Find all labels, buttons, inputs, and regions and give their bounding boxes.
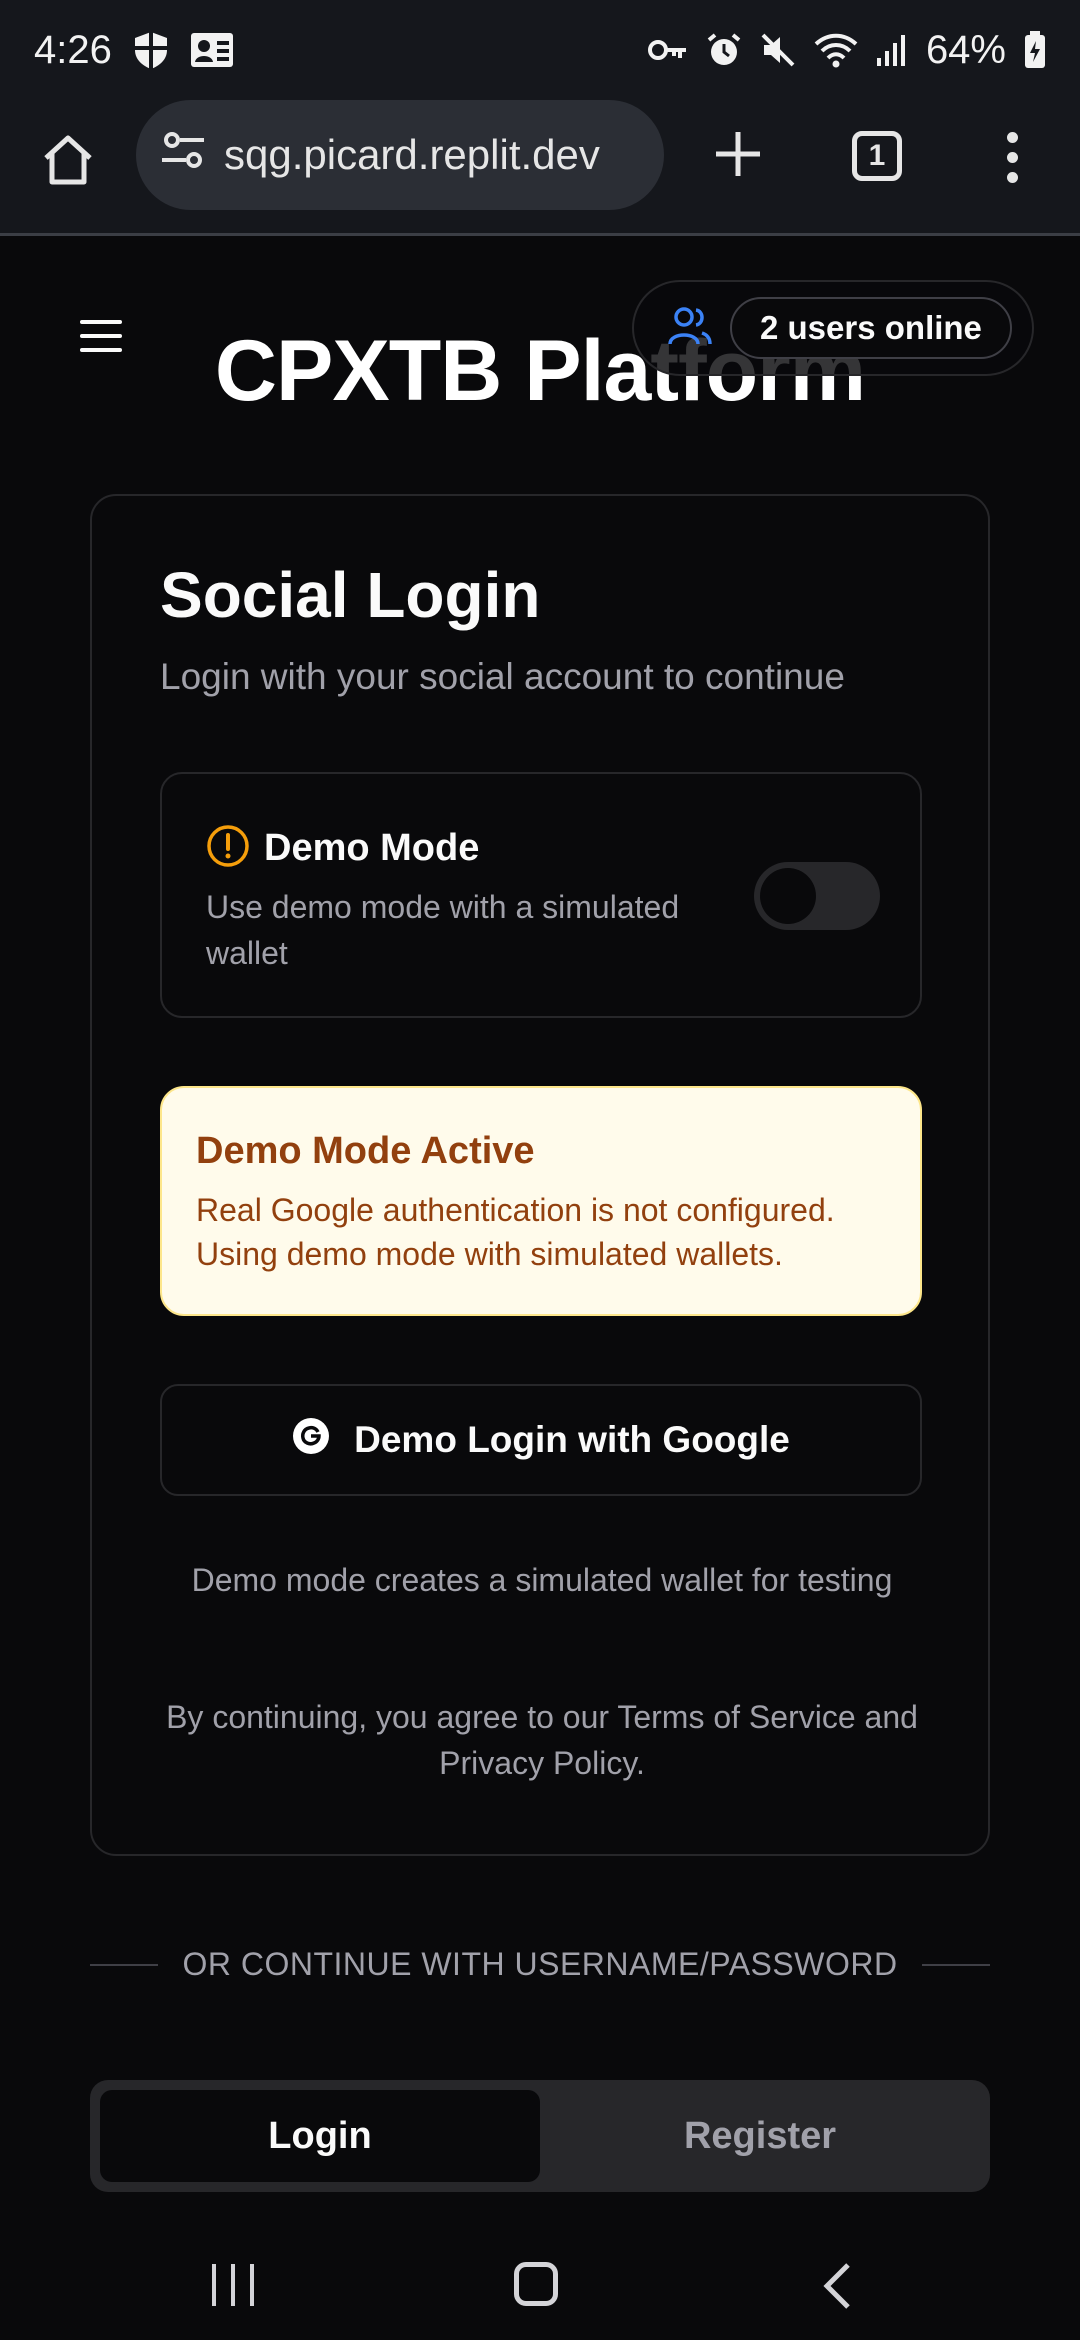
card-title: Social Login xyxy=(160,559,541,631)
demo-mode-toggle[interactable] xyxy=(754,862,880,930)
browser-menu-button[interactable] xyxy=(994,122,1030,192)
mute-icon xyxy=(760,32,796,68)
new-tab-button[interactable] xyxy=(706,122,770,186)
users-icon xyxy=(668,306,712,351)
google-button-label: Demo Login with Google xyxy=(354,1419,790,1460)
demo-mode-description: Use demo mode with a simulated wallet xyxy=(206,889,680,971)
online-users-indicator: 2 users online xyxy=(632,280,1034,376)
alert-title: Demo Mode Active xyxy=(196,1130,535,1172)
home-icon xyxy=(44,135,92,185)
toggle-knob xyxy=(760,868,816,924)
demo-note: Demo mode creates a simulated wallet for… xyxy=(191,1562,893,1598)
site-settings-icon[interactable] xyxy=(160,130,206,180)
warning-icon xyxy=(206,824,250,873)
signal-icon xyxy=(876,34,908,66)
battery-percent: 64% xyxy=(925,27,1006,72)
status-bar: 4:26 64% xyxy=(0,0,1080,100)
browser-toolbar: sqg.picard.replit.dev 1 xyxy=(0,100,1080,236)
card-subtitle: Login with your social account to contin… xyxy=(160,656,845,697)
terms-text: By continuing, you agree to our Terms of… xyxy=(166,1699,918,1781)
tab-register[interactable]: Register xyxy=(540,2090,980,2182)
url-text: sqg.picard.replit.dev xyxy=(224,131,600,178)
battery-icon xyxy=(1024,31,1046,69)
alert-body: Real Google authentication is not config… xyxy=(196,1192,835,1272)
vpn-key-icon xyxy=(647,37,688,63)
divider: OR CONTINUE WITH USERNAME/PASSWORD xyxy=(90,1946,990,1983)
status-time: 4:26 xyxy=(34,27,112,72)
demo-mode-title: Demo Mode xyxy=(264,827,480,869)
contact-card-icon xyxy=(190,32,234,68)
system-home-button[interactable] xyxy=(514,2262,558,2306)
auth-tabs: Login Register xyxy=(90,2080,990,2192)
demo-mode-panel: Demo Mode Use demo mode with a simulated… xyxy=(160,772,922,1018)
alarm-icon xyxy=(706,32,742,68)
system-nav-bar xyxy=(0,2230,1080,2340)
online-users-badge: 2 users online xyxy=(730,297,1012,359)
divider-text: OR CONTINUE WITH USERNAME/PASSWORD xyxy=(182,1946,898,1982)
demo-mode-alert: Demo Mode Active Real Google authenticat… xyxy=(160,1086,922,1316)
tab-switcher-button[interactable]: 1 xyxy=(852,131,902,181)
google-icon xyxy=(292,1417,330,1464)
recents-button[interactable] xyxy=(212,2264,254,2306)
wifi-icon xyxy=(814,32,858,68)
back-button[interactable] xyxy=(822,2262,852,2315)
url-bar[interactable]: sqg.picard.replit.dev xyxy=(136,100,664,210)
social-login-card: Social Login Login with your social acco… xyxy=(90,494,990,1856)
shield-icon xyxy=(132,30,170,70)
tab-login[interactable]: Login xyxy=(100,2090,540,2182)
demo-google-login-button[interactable]: Demo Login with Google xyxy=(160,1384,922,1496)
plus-icon xyxy=(716,132,760,176)
back-icon xyxy=(823,2263,850,2309)
home-button[interactable] xyxy=(36,128,100,192)
